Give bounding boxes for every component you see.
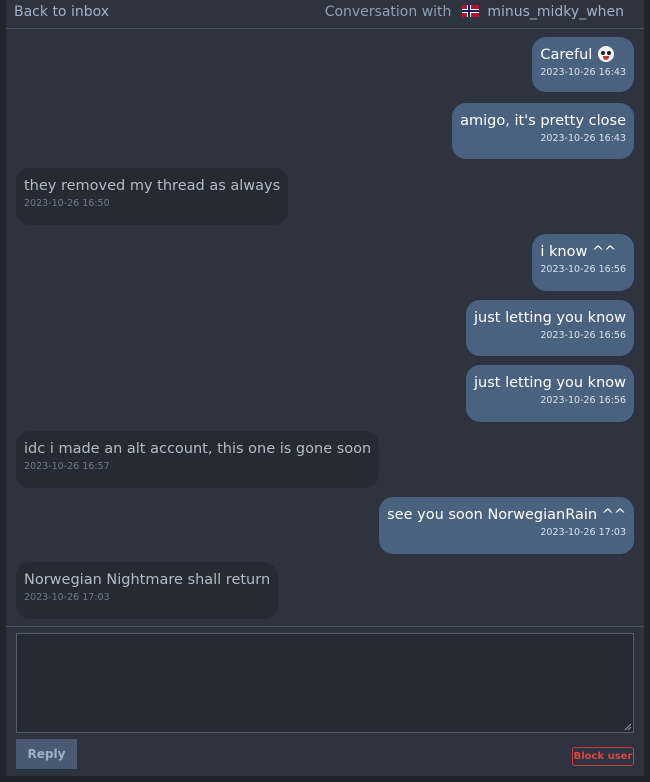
message-timestamp: 2023-10-26 17:03	[540, 527, 626, 538]
message-text: amigo, it's pretty close	[460, 113, 626, 129]
message-text: idc i made an alt account, this one is g…	[24, 441, 372, 457]
message-text: just letting you know	[474, 310, 626, 326]
message-bubble: see you soon NorwegianRain ^^ 2023-10-26…	[379, 497, 634, 554]
message-text: Careful	[540, 47, 593, 63]
message-bubble: just letting you know 2023-10-26 16:56	[466, 365, 634, 422]
composer-divider	[6, 626, 644, 627]
conversation-prefix: Conversation with	[324, 4, 452, 20]
message-bubble: they removed my thread as always 2023-10…	[16, 168, 289, 225]
message-bubble: idc i made an alt account, this one is g…	[16, 431, 380, 488]
message-timestamp: 2023-10-26 16:43	[540, 67, 626, 78]
message-timestamp: 2023-10-26 16:56	[540, 264, 626, 275]
message-text: Norwegian Nightmare shall return	[24, 572, 271, 588]
message-text: i know ^^	[540, 244, 617, 260]
back-to-inbox-link[interactable]: Back to inbox	[14, 4, 109, 20]
block-user-button[interactable]: Block user	[572, 747, 634, 766]
norway-flag-icon	[461, 5, 479, 17]
message-timestamp: 2023-10-26 16:57	[24, 461, 110, 472]
reply-button[interactable]: Reply	[16, 739, 77, 769]
message-text: see you soon NorwegianRain ^^	[387, 507, 626, 523]
message-bubble: Careful 2023-10-26 16:43	[532, 37, 634, 92]
message-timestamp: 2023-10-26 17:03	[24, 592, 110, 603]
username-link[interactable]: minus_midky_when	[487, 4, 624, 20]
message-list[interactable]: Careful 2023-10-26 16:43 amigo, it's pre…	[6, 29, 644, 625]
message-timestamp: 2023-10-26 16:50	[24, 198, 110, 209]
skull-tongue-emoji-icon	[598, 46, 615, 62]
message-timestamp: 2023-10-26 16:56	[540, 395, 626, 406]
message-text: just letting you know	[474, 375, 626, 391]
conversation-header: Back to inbox Conversation with minus_mi…	[6, 0, 644, 29]
conversation-with: Conversation with minus_midky_when	[325, 4, 624, 20]
message-text: they removed my thread as always	[24, 178, 281, 194]
message-bubble: Norwegian Nightmare shall return 2023-10…	[16, 562, 279, 619]
message-timestamp: 2023-10-26 16:43	[540, 133, 626, 144]
reply-textarea[interactable]	[16, 633, 634, 733]
conversation-panel: Back to inbox Conversation with minus_mi…	[6, 0, 644, 776]
message-bubble: i know ^^ 2023-10-26 16:56	[532, 234, 634, 291]
message-bubble: amigo, it's pretty close 2023-10-26 16:4…	[452, 103, 634, 159]
message-timestamp: 2023-10-26 16:56	[540, 330, 626, 341]
resize-grip-icon[interactable]	[624, 723, 632, 731]
message-bubble: just letting you know 2023-10-26 16:56	[466, 300, 634, 356]
